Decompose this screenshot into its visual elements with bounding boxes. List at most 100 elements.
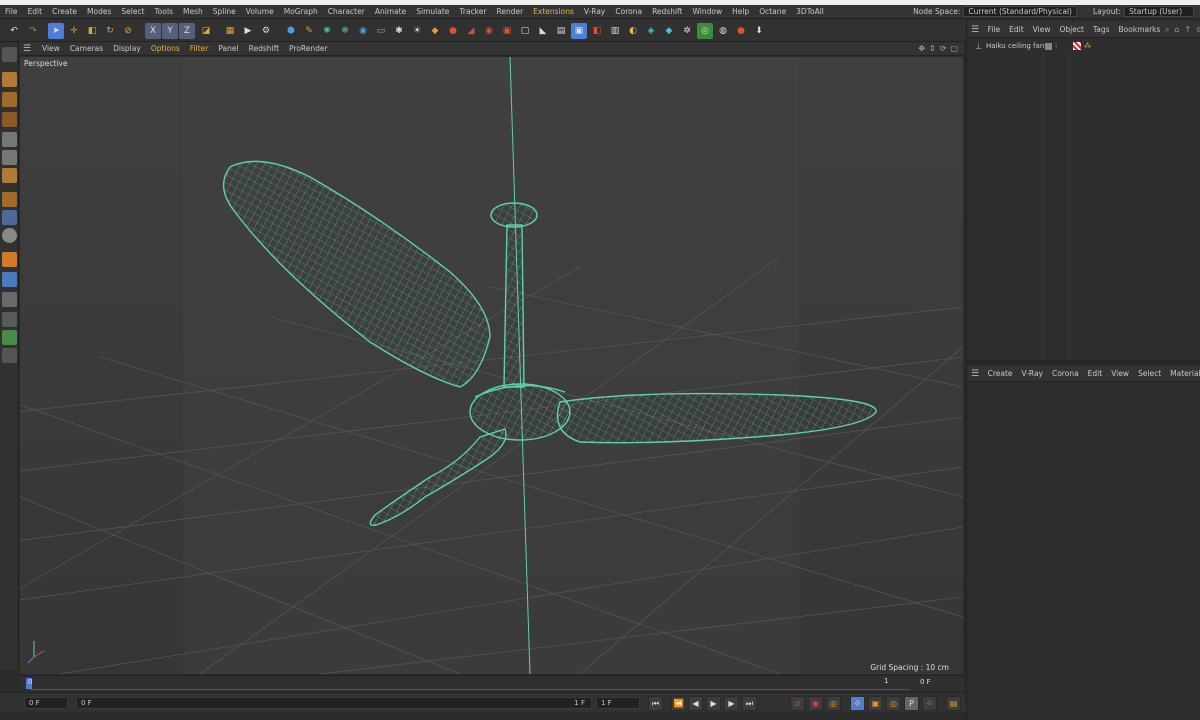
menu-render[interactable]: Render xyxy=(491,7,528,16)
extra-tool-icon[interactable] xyxy=(2,348,17,363)
om-menu-tags[interactable]: Tags xyxy=(1088,25,1114,34)
quantize-icon[interactable] xyxy=(2,330,17,345)
render-settings-icon[interactable]: ⚙ xyxy=(258,23,274,39)
frame-range-slider[interactable]: 0 F 1 F xyxy=(76,697,592,709)
menu-help[interactable]: Help xyxy=(727,7,754,16)
redo-icon[interactable]: ↷ xyxy=(25,23,41,39)
plugin-p-icon[interactable]: ◎ xyxy=(697,23,713,39)
cube-icon[interactable]: ⬢ xyxy=(283,23,299,39)
sculpt-icon[interactable] xyxy=(2,252,17,267)
menu-edit[interactable]: Edit xyxy=(23,7,48,16)
subdivision-icon[interactable]: ✺ xyxy=(319,23,335,39)
render-dot-icon[interactable]: ⁝ xyxy=(1055,42,1057,50)
tag-dots-icon[interactable]: ⁂ xyxy=(1084,42,1091,50)
polygons-mode-icon[interactable] xyxy=(2,168,17,183)
viewport-move-icon[interactable]: ✥ xyxy=(918,44,925,53)
plugin-f-icon[interactable]: ▢ xyxy=(517,23,533,39)
go-to-start-icon[interactable]: ⏮ xyxy=(648,696,663,711)
menu-octane[interactable]: Octane xyxy=(754,7,791,16)
menu-select[interactable]: Select xyxy=(116,7,149,16)
search-icon[interactable]: ⌕ xyxy=(1165,25,1169,35)
menu-spline[interactable]: Spline xyxy=(208,7,241,16)
viewport-menu-cameras[interactable]: Cameras xyxy=(65,44,108,53)
floor-icon[interactable]: ▭ xyxy=(373,23,389,39)
tweak-icon[interactable] xyxy=(2,312,17,327)
menu-redshift[interactable]: Redshift xyxy=(647,7,687,16)
menu-window[interactable]: Window xyxy=(688,7,728,16)
x-axis-lock-icon[interactable]: X xyxy=(145,23,161,39)
material-tag-icon[interactable] xyxy=(1073,42,1081,50)
plugin-e-icon[interactable]: ▣ xyxy=(499,23,515,39)
plugin-j-icon[interactable]: ◧ xyxy=(589,23,605,39)
timeline-window-icon[interactable]: ▤ xyxy=(946,696,961,711)
viewport-zoom-icon[interactable]: ⇕ xyxy=(929,44,936,53)
play-icon[interactable]: ▶ xyxy=(706,696,721,711)
snap-icon[interactable] xyxy=(2,210,17,225)
next-frame-icon[interactable]: ▶ xyxy=(724,696,739,711)
workplane-mode-icon[interactable] xyxy=(2,112,17,127)
home-icon[interactable]: ⌂ xyxy=(1174,25,1179,35)
am-menu-v-ray[interactable]: V-Ray xyxy=(1017,369,1047,378)
live-selection-icon[interactable]: ➤ xyxy=(48,23,64,39)
plugin-c-icon[interactable]: ◢ xyxy=(463,23,479,39)
viewport-maximize-icon[interactable]: ▢ xyxy=(950,44,958,53)
menu-volume[interactable]: Volume xyxy=(241,7,279,16)
camera-icon[interactable]: ✱ xyxy=(391,23,407,39)
plugin-r-icon[interactable]: ● xyxy=(733,23,749,39)
render-region-icon[interactable]: ▦ xyxy=(222,23,238,39)
am-menu-corona[interactable]: Corona xyxy=(1047,369,1083,378)
coordinate-system-icon[interactable]: ◪ xyxy=(198,23,214,39)
viewport-rotate-icon[interactable]: ⟳ xyxy=(940,44,947,53)
key-rotation-icon[interactable]: ◎ xyxy=(886,696,901,711)
plugin-n-icon[interactable]: ◆ xyxy=(661,23,677,39)
go-to-end-icon[interactable]: ⏭ xyxy=(742,696,757,711)
menu-extensions[interactable]: Extensions xyxy=(528,7,579,16)
om-menu-bookmarks[interactable]: Bookmarks xyxy=(1114,25,1165,34)
node-space-dropdown[interactable]: Current (Standard/Physical) xyxy=(963,6,1077,17)
plugin-k-icon[interactable]: ▥ xyxy=(607,23,623,39)
plugin-b-icon[interactable]: ● xyxy=(445,23,461,39)
plugin-m-icon[interactable]: ◈ xyxy=(643,23,659,39)
make-editable-icon[interactable] xyxy=(2,47,17,62)
key-parameter-icon[interactable]: P xyxy=(904,696,919,711)
viewport-menu-prorender[interactable]: ProRender xyxy=(284,44,333,53)
previous-frame-icon[interactable]: ◀ xyxy=(688,696,703,711)
panel-splitter[interactable] xyxy=(967,360,1200,365)
end-frame-field[interactable]: 1 F xyxy=(596,697,640,709)
viewport-menu-redshift[interactable]: Redshift xyxy=(244,44,284,53)
viewport-menu-view[interactable]: View xyxy=(37,44,65,53)
am-menu-view[interactable]: View xyxy=(1107,369,1134,378)
plugin-i-icon[interactable]: ▣ xyxy=(571,23,587,39)
plugin-a-icon[interactable]: ◆ xyxy=(427,23,443,39)
am-menu-create[interactable]: Create xyxy=(983,369,1017,378)
am-menu-select[interactable]: Select xyxy=(1134,369,1166,378)
render-view-icon[interactable]: ▶ xyxy=(240,23,256,39)
plugin-l-icon[interactable]: ◐ xyxy=(625,23,641,39)
menu-corona[interactable]: Corona xyxy=(610,7,647,16)
visibility-toggle-icon[interactable] xyxy=(1045,42,1052,50)
am-menu-edit[interactable]: Edit xyxy=(1083,369,1107,378)
am-menu-material[interactable]: Material xyxy=(1166,369,1200,378)
timeline-ruler[interactable]: 0 1 0 F xyxy=(20,675,964,692)
axis-mode-icon[interactable] xyxy=(2,192,17,207)
start-frame-field[interactable]: 0 F xyxy=(24,697,68,709)
menu-simulate[interactable]: Simulate xyxy=(411,7,454,16)
om-menu-view[interactable]: View xyxy=(1028,25,1055,34)
object-name[interactable]: Haiku ceiling fan xyxy=(986,42,1044,50)
key-position-icon[interactable]: ✥ xyxy=(850,696,865,711)
grid-icon[interactable] xyxy=(2,272,17,287)
perspective-viewport[interactable]: Perspective Grid Spacing : 10 cm xyxy=(20,57,963,674)
plugin-h-icon[interactable]: ▤ xyxy=(553,23,569,39)
key-pla-icon[interactable]: ⁘ xyxy=(922,696,937,711)
menu-3dtoall[interactable]: 3DToAll xyxy=(791,7,829,16)
menu-create[interactable]: Create xyxy=(47,7,82,16)
move-icon[interactable]: ✛ xyxy=(66,23,82,39)
filter-icon[interactable]: ⊙ xyxy=(1196,25,1200,35)
z-axis-lock-icon[interactable]: Z xyxy=(179,23,195,39)
undo-icon[interactable]: ↶ xyxy=(6,23,22,39)
plugin-o-icon[interactable]: ✲ xyxy=(679,23,695,39)
solo-icon[interactable] xyxy=(2,228,17,243)
viewport-menu-filter[interactable]: Filter xyxy=(185,44,214,53)
keyframe-selection-icon[interactable]: ◎ xyxy=(826,696,841,711)
om-menu-file[interactable]: File xyxy=(983,25,1005,34)
